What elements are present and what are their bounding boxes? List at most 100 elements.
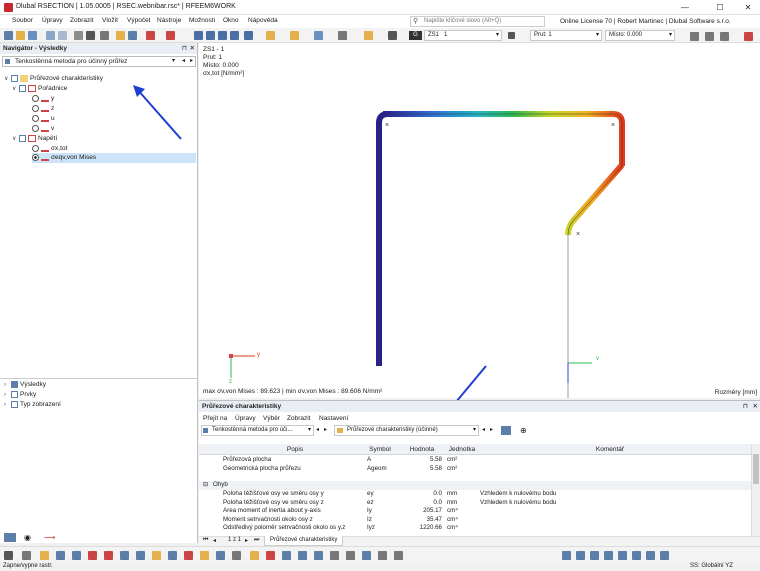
next-arrow-icon[interactable]: ▸ — [490, 426, 493, 433]
report-settings-icon[interactable] — [116, 31, 125, 40]
line-icon[interactable] — [72, 551, 81, 560]
radio[interactable] — [32, 144, 39, 152]
visibility-toggle-icon[interactable] — [660, 551, 669, 560]
table-row[interactable]: Area moment of inertia about y-axis Iy 205… — [199, 507, 751, 516]
lc-icon[interactable] — [388, 31, 397, 40]
delete-icon[interactable] — [266, 551, 275, 560]
checkbox[interactable] — [11, 74, 18, 82]
close-icon[interactable]: ✕ — [190, 44, 195, 52]
print-icon[interactable] — [46, 31, 55, 40]
close-button[interactable]: ✕ — [738, 2, 758, 13]
radio[interactable] — [32, 94, 39, 102]
scrollbar-thumb[interactable] — [753, 454, 759, 484]
grid-icon[interactable] — [22, 551, 31, 560]
tree-item-y[interactable]: y — [32, 94, 54, 104]
results-menu-view[interactable]: Zobrazit — [287, 415, 310, 422]
divide-icon[interactable] — [346, 551, 355, 560]
menu-okno[interactable]: Okno — [223, 17, 239, 24]
results-menu-edit[interactable]: Úpravy — [235, 415, 256, 422]
measure-icon[interactable] — [232, 551, 241, 560]
expand-icon[interactable]: › — [4, 400, 11, 410]
menu-napoveda[interactable]: Nápověda — [248, 17, 278, 24]
print-preview-icon[interactable] — [100, 31, 109, 40]
prev-arrow-icon[interactable]: ◂ — [182, 57, 185, 66]
data-tab-icon[interactable] — [4, 533, 16, 542]
tree-item-elements[interactable]: › Prvky — [4, 390, 36, 400]
element-2-icon[interactable] — [104, 551, 113, 560]
pin-icon[interactable]: ⊓ — [182, 44, 187, 52]
settings-icon[interactable] — [690, 32, 699, 41]
lines-toggle-icon[interactable] — [646, 551, 655, 560]
location-select[interactable]: Místo: 0.000 ▾ — [605, 30, 675, 41]
collapse-icon[interactable]: ⊟ — [203, 481, 208, 490]
guide-icon[interactable] — [216, 551, 225, 560]
tree-item-display-type[interactable]: › Typ zobrazení — [4, 400, 61, 410]
polyline-icon[interactable] — [136, 551, 145, 560]
table-icon[interactable] — [128, 31, 137, 40]
results-menu-select[interactable]: Výběr — [263, 415, 280, 422]
dimension-icon[interactable] — [200, 551, 209, 560]
snap-icon[interactable] — [266, 31, 275, 40]
checkbox[interactable] — [19, 134, 26, 142]
menu-vlozit[interactable]: Vložit — [102, 17, 118, 24]
snap-icon[interactable] — [4, 551, 13, 560]
snap-toggle-icon[interactable] — [562, 551, 571, 560]
minimize-button[interactable]: — — [675, 2, 695, 13]
pin-icon[interactable]: ⊓ — [743, 402, 748, 410]
view-2-icon[interactable] — [206, 31, 215, 40]
arc-icon[interactable] — [120, 551, 129, 560]
checkbox[interactable] — [19, 84, 26, 92]
save-icon[interactable] — [28, 31, 37, 40]
undo-icon[interactable] — [146, 31, 155, 40]
draw-icon[interactable] — [290, 31, 299, 40]
checkbox[interactable] — [11, 400, 18, 408]
copy-icon[interactable] — [362, 551, 371, 560]
checkbox[interactable] — [11, 380, 18, 388]
last-page-icon[interactable]: ⏭ — [254, 537, 259, 544]
prev-arrow-icon[interactable]: ◂ — [482, 426, 485, 433]
results-menu-settings[interactable]: Nastavení — [319, 415, 348, 422]
expand-icon[interactable]: › — [4, 380, 11, 390]
view-options-icon[interactable] — [720, 32, 729, 41]
collapse-icon[interactable]: ∨ — [12, 134, 19, 144]
new-file-icon[interactable] — [4, 31, 13, 40]
checkbox[interactable] — [11, 390, 18, 398]
next-page-icon[interactable]: ▸ — [245, 537, 248, 544]
osnap-toggle-icon[interactable] — [604, 551, 613, 560]
scale-icon[interactable] — [330, 551, 339, 560]
redo-icon[interactable] — [166, 31, 175, 40]
draw-line-icon[interactable] — [40, 551, 49, 560]
prev-arrow-icon[interactable]: ◂ — [316, 426, 319, 433]
group-row[interactable]: ⊟ Ohyb — [199, 481, 751, 490]
results-method-select[interactable]: Tenkostěnná metoda pro úči... ▾ — [201, 425, 314, 436]
ortho-toggle-icon[interactable] — [590, 551, 599, 560]
view-3-icon[interactable] — [218, 31, 227, 40]
collapse-icon[interactable]: ∨ — [4, 74, 11, 84]
menu-vypocet[interactable]: Výpočet — [127, 17, 151, 24]
table-row[interactable]: Odstředivý poloměr setrvačnosti okolo os… — [199, 524, 751, 533]
table-scrollbar[interactable] — [751, 444, 760, 536]
table-row[interactable]: Geometrická plocha průřezu Ageom 5.58 cm² — [199, 465, 751, 474]
close-icon[interactable]: ✕ — [753, 402, 758, 410]
filter-icon[interactable] — [394, 551, 403, 560]
next-arrow-icon[interactable]: ▸ — [324, 426, 327, 433]
sort-icon[interactable] — [705, 32, 714, 41]
monitor-icon[interactable] — [86, 31, 95, 40]
radio[interactable] — [32, 124, 39, 132]
move-icon[interactable] — [282, 551, 291, 560]
select-icon[interactable] — [378, 551, 387, 560]
table-row[interactable]: Moment setrvačnosti okolo osy z Iz 35.47 cm… — [199, 516, 751, 525]
menu-soubor[interactable]: Soubor — [12, 17, 33, 24]
rotate-icon[interactable] — [298, 551, 307, 560]
opening-icon[interactable] — [168, 551, 177, 560]
tree-item-v[interactable]: v — [32, 124, 54, 134]
export-icon[interactable] — [501, 426, 511, 435]
load-case-select[interactable]: ZS1 1 ▾ — [424, 30, 502, 41]
display-icon[interactable] — [338, 31, 347, 40]
table-row[interactable]: Poloha těžišťové osy ve směru osy y ey 0.0… — [199, 490, 751, 499]
menu-nastroje[interactable]: Nástroje — [157, 17, 181, 24]
menu-moznosti[interactable]: Možnosti — [189, 17, 215, 24]
menu-upravy[interactable]: Úpravy — [42, 17, 63, 24]
results-menu-goto[interactable]: Přejít na — [203, 415, 227, 422]
tree-item-von-mises[interactable]: σeqv,von Mises — [32, 153, 196, 163]
